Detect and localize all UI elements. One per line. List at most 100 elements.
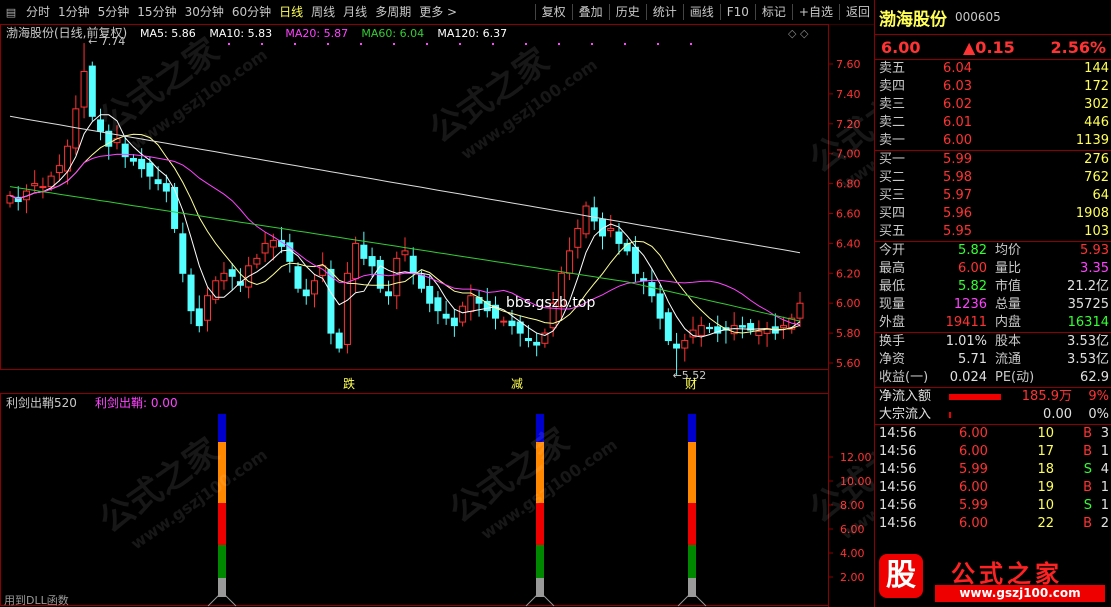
period-tab[interactable]: 多周期 <box>371 1 415 23</box>
main-pane-frame <box>0 24 829 370</box>
period-tab[interactable]: 60分钟 <box>228 1 275 23</box>
candle-body <box>204 295 211 321</box>
candle-body <box>360 244 368 259</box>
candle-body <box>343 272 351 345</box>
toolbar-action[interactable]: 标记 <box>758 1 790 23</box>
toolbar-divider <box>645 4 647 20</box>
price-axis-label: 6.20 <box>836 267 861 280</box>
candle-body <box>302 289 310 297</box>
toolbar-action[interactable]: 复权 <box>538 1 570 23</box>
signal-dot <box>558 43 560 45</box>
candle-body <box>401 250 409 256</box>
finance-label: 股本 <box>995 334 1022 349</box>
signal-dot <box>327 43 329 45</box>
period-tab[interactable]: 月线 <box>339 1 371 23</box>
signal-dot <box>459 43 461 45</box>
candle-body <box>590 207 598 222</box>
period-tab[interactable]: 15分钟 <box>133 1 180 23</box>
toolbar-action[interactable]: F10 <box>723 1 753 23</box>
sell-book: 卖五 6.04 144 卖四 6.03 172 卖三 6.02 302 卖二 6.01 446 卖一 6.… <box>875 60 1111 151</box>
ask-label: 卖五 <box>879 61 906 76</box>
finance-value: 3.53亿 <box>1067 352 1109 367</box>
indicator-axis-label: 2.00 <box>840 571 865 584</box>
toolbar-action[interactable]: 统计 <box>649 1 681 23</box>
tick-price: 5.99 <box>959 498 988 513</box>
candle-body <box>187 274 195 312</box>
money-flow: 净流入额 185.9万 9% 大宗流入 0.00 0% <box>875 388 1111 425</box>
period-tab[interactable]: 分时 <box>22 1 54 23</box>
candle-body <box>39 186 47 189</box>
signal-label: 财 <box>685 377 697 391</box>
bid-row: 买一 5.99 276 <box>875 151 1111 169</box>
candle-body <box>664 312 672 342</box>
stock-code: 000605 <box>955 10 1001 24</box>
flow-label: 大宗流入 <box>879 407 932 422</box>
ask-label: 卖二 <box>879 115 906 130</box>
flow-value: 185.9万 <box>1021 389 1072 404</box>
period-tab[interactable]: 5分钟 <box>94 1 134 23</box>
signal-dot <box>228 43 230 45</box>
signal-bar-segment <box>536 545 544 578</box>
ask-volume: 446 <box>1084 115 1109 130</box>
tick-count: 1 <box>1100 444 1109 459</box>
brand-logo: 股 公式之家 www.gszj100.com <box>875 548 1111 607</box>
candle-body <box>796 302 804 319</box>
toolbar-action[interactable]: +自选 <box>795 1 837 23</box>
stat-row: 现量 1236 总量 35725 <box>875 296 1111 314</box>
ask-label: 卖一 <box>879 133 906 148</box>
indicator-axis-label: 4.00 <box>840 547 865 560</box>
bid-volume: 1908 <box>1075 206 1109 221</box>
flow-label: 净流入额 <box>879 389 932 404</box>
tick-volume: 19 <box>1037 480 1054 495</box>
signal-bar-segment <box>218 545 226 578</box>
tick-count: 4 <box>1100 462 1109 477</box>
period-tab[interactable]: 30分钟 <box>181 1 228 23</box>
candle-body <box>673 343 681 349</box>
ask-price: 6.04 <box>943 61 972 76</box>
ask-label: 卖四 <box>879 79 906 94</box>
bid-row: 买三 5.97 64 <box>875 187 1111 205</box>
candle-body <box>55 165 63 174</box>
kline-chart[interactable]: 7.60 7.40 7.20 7.00 6.80 6.60 6.40 6.20 6.00 5.80… <box>0 24 874 607</box>
toolbar-divider <box>571 4 573 20</box>
toolbar-action[interactable]: 画线 <box>686 1 718 23</box>
signal-dot <box>591 43 593 45</box>
finance-label: 净资 <box>879 352 906 367</box>
stat-value: 1236 <box>953 297 987 312</box>
period-tab[interactable]: 日线 <box>275 1 307 23</box>
ask-row: 卖五 6.04 144 <box>875 60 1111 78</box>
menu-icon[interactable]: ▤ <box>0 1 22 23</box>
logo-badge: 股 <box>879 554 923 598</box>
finance-row: 换手 1.01% 股本 3.53亿 <box>875 333 1111 351</box>
ask-row: 卖四 6.03 172 <box>875 78 1111 96</box>
candle-body <box>459 305 467 323</box>
toolbar-divider <box>719 4 721 20</box>
toolbar-action[interactable]: 历史 <box>612 1 644 23</box>
period-tab[interactable]: 周线 <box>307 1 339 23</box>
last-price: 6.00 <box>881 37 921 57</box>
tick-price: 6.00 <box>959 444 988 459</box>
price-change-pct: 2.56% <box>1050 37 1106 57</box>
toolbar-divider <box>682 4 684 20</box>
stat-label: 市值 <box>995 279 1022 294</box>
tick-row: 14:56 5.99 18 S 4 <box>875 461 1111 479</box>
tick-count: 1 <box>1100 480 1109 495</box>
signal-dot <box>261 43 263 45</box>
candle-body <box>450 317 458 327</box>
logo-brand-text: 公式之家 <box>951 559 1063 588</box>
ask-row: 卖三 6.02 302 <box>875 96 1111 114</box>
stock-title: 渤海股份 000605 <box>875 0 1111 35</box>
tick-price: 6.00 <box>959 480 988 495</box>
ma-legend: MA60: 6.04 <box>361 27 424 40</box>
stat-value: 5.93 <box>1080 243 1109 258</box>
ma10-line <box>9 133 801 334</box>
toolbar-action[interactable]: 叠加 <box>575 1 607 23</box>
toolbar-action[interactable]: 返回 <box>842 1 874 23</box>
tick-side: B <box>1083 516 1092 531</box>
flow-row: 大宗流入 0.00 0% <box>875 406 1111 424</box>
period-tab[interactable]: 更多 > <box>415 1 461 23</box>
period-tab[interactable]: 1分钟 <box>54 1 94 23</box>
signal-bar-base <box>677 591 693 607</box>
signal-dot <box>690 43 692 45</box>
candle-body <box>368 256 376 267</box>
